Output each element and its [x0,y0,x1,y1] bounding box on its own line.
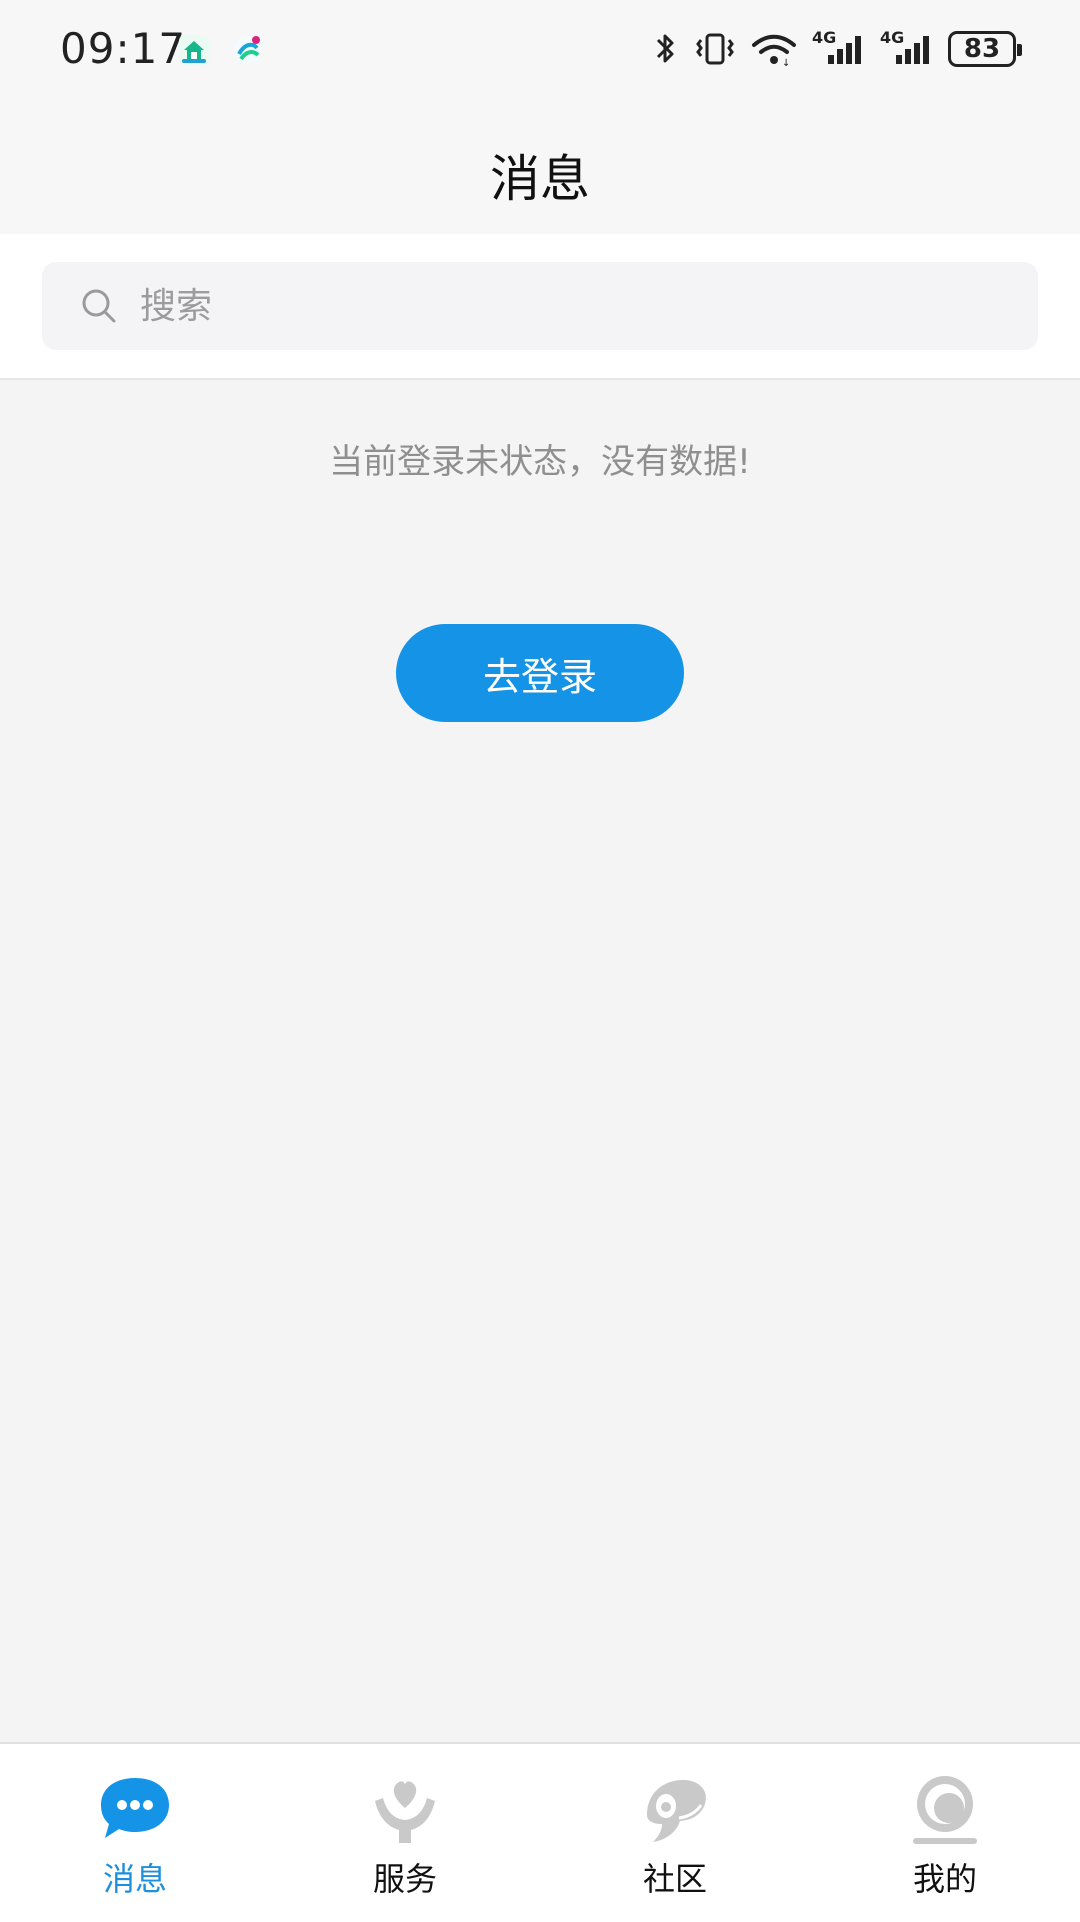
signal-4g-2: 4G [880,28,934,68]
page-title: 消息 [490,150,590,208]
status-bar: 09:17 ↓ 4G 4G 83 [0,0,1080,104]
title-bar: 消息 [0,104,1080,234]
bottom-tab-bar: 消息 服务 社区 我的 [0,1742,1080,1922]
app-logo-icon [234,36,262,64]
tab-label: 服务 [372,1860,437,1898]
tab-services[interactable]: 服务 [270,1744,540,1922]
search-section [0,234,1080,380]
tab-messages[interactable]: 消息 [0,1744,270,1922]
search-input[interactable] [138,284,962,328]
profile-circle-icon [913,1776,977,1844]
status-time: 09:17 [60,24,187,73]
vibrate-icon [696,33,734,65]
search-box[interactable] [42,262,1038,350]
empty-state-message: 当前登录未状态，没有数据! [329,442,751,482]
tab-label: 我的 [912,1860,977,1898]
battery-level: 83 [963,34,1001,64]
bluetooth-icon [656,34,674,63]
svg-text:↓: ↓ [782,58,790,68]
tab-community[interactable]: 社区 [540,1744,810,1922]
signal-4g-1: 4G [812,28,866,68]
tab-profile[interactable]: 我的 [810,1744,1080,1922]
tab-label: 社区 [642,1860,707,1898]
home-app-icon [179,35,209,65]
battery-icon: 83 [948,31,1022,67]
chameleon-icon [647,1779,706,1842]
signal-icon [828,36,861,64]
tab-label: 消息 [102,1860,167,1898]
search-icon [82,289,116,323]
status-right-icons: ↓ 4G 4G 83 [652,28,1022,68]
chat-bubble-icon [101,1778,169,1838]
go-login-button[interactable]: 去登录 [396,624,684,722]
wifi-icon: ↓ [752,34,796,68]
heart-hands-icon [375,1781,435,1843]
signal-icon [896,36,929,64]
status-app-icons [177,33,265,67]
